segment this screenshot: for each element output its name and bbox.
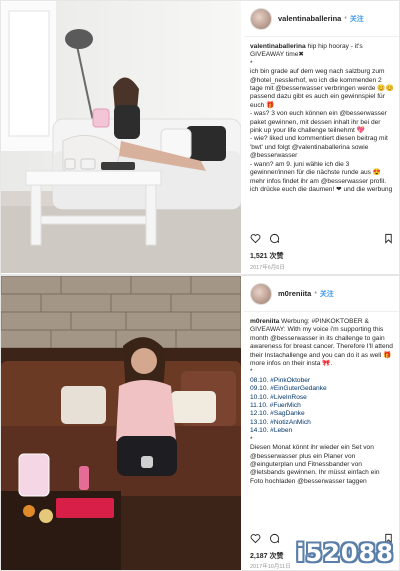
post-header: m0reniita • 关注 xyxy=(244,276,399,312)
heart-icon[interactable] xyxy=(250,233,261,244)
caption-line: 13.10. #NotizAnMich xyxy=(250,418,311,426)
username-link[interactable]: m0reniita xyxy=(278,289,311,298)
post-sidebar: valentinaballerina • 关注 valentinaballeri… xyxy=(244,1,399,274)
site-watermark: i52088 xyxy=(296,539,394,567)
comment-icon[interactable] xyxy=(269,233,280,244)
likes-count[interactable]: 2,187 次赞 xyxy=(250,551,283,561)
post-date: 2017年10月11日 xyxy=(250,564,291,570)
caption-line: * xyxy=(250,368,253,376)
post-header: valentinaballerina • 关注 xyxy=(244,1,399,37)
caption-line: 09.10. #EinGuterGedanke xyxy=(250,385,327,393)
comment-icon[interactable] xyxy=(269,533,280,544)
separator-dot: • xyxy=(314,290,317,297)
avatar[interactable] xyxy=(250,282,272,305)
likes-count[interactable]: 1,521 次赞 xyxy=(250,251,283,261)
post-actions xyxy=(250,233,394,244)
caption-line: - wann? am 9. juni wähle ich die 3 gewin… xyxy=(250,160,382,177)
caption-line: 12.10. #SagDanke xyxy=(250,410,305,418)
caption-line: Werbung: #PINKOKTOBER & GIVEAWAY: With m… xyxy=(250,318,393,368)
post-sidebar: m0reniita • 关注 m0reniita Werbung: #PINKO… xyxy=(244,276,399,570)
follow-button[interactable]: 关注 xyxy=(320,289,334,299)
post-date: 2017年6月6日 xyxy=(250,265,285,271)
caption-line: mehr infos findet ihr am @besserwasser p… xyxy=(250,177,393,193)
caption-line: - wie? liked und kommentiert diesen beit… xyxy=(250,135,388,160)
caption-line: 08.10. #PinkOktober xyxy=(250,376,311,384)
caption-username[interactable]: m0reniita xyxy=(250,318,279,325)
caption-line: - was? 3 von euch können ein @besserwass… xyxy=(250,110,387,135)
post-photo-sofa[interactable] xyxy=(1,276,241,570)
heart-icon[interactable] xyxy=(250,533,261,544)
caption-username[interactable]: valentinaballerina xyxy=(250,43,306,50)
caption-line: ich bin grade auf dem weg nach salzburg … xyxy=(250,68,394,109)
post-caption: m0reniita Werbung: #PINKOKTOBER & GIVEAW… xyxy=(244,312,399,518)
instagram-post-1: valentinaballerina • 关注 valentinaballeri… xyxy=(0,0,400,275)
caption-line: 10.10. #LiveInRose xyxy=(250,393,307,401)
caption-line: * xyxy=(250,435,253,443)
instagram-post-2: m0reniita • 关注 m0reniita Werbung: #PINKO… xyxy=(0,275,400,571)
follow-button[interactable]: 关注 xyxy=(350,14,364,24)
bookmark-icon[interactable] xyxy=(383,233,394,244)
avatar[interactable] xyxy=(250,7,272,30)
username-link[interactable]: valentinaballerina xyxy=(278,14,341,23)
post-caption: valentinaballerina hip hip hooray - it's… xyxy=(244,37,399,215)
caption-line: 11.10. #FuerMich xyxy=(250,402,301,410)
caption-line: 14.10. #Leben xyxy=(250,427,293,435)
caption-line: Diesen Monat könnt ihr wieder ein Set vo… xyxy=(250,444,380,485)
caption-line: * xyxy=(250,59,253,67)
post-photo-living-room[interactable] xyxy=(1,1,241,273)
separator-dot: • xyxy=(344,15,347,22)
